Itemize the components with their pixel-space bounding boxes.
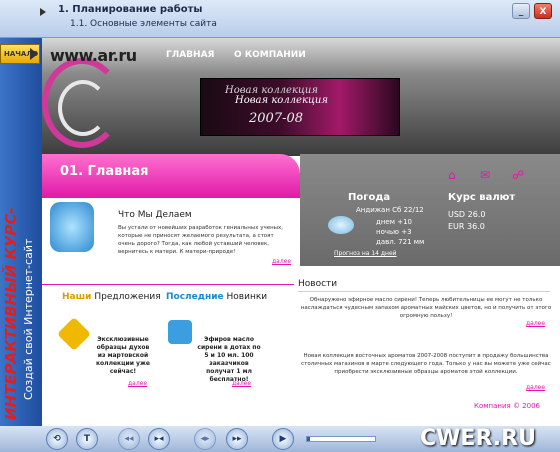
weather-pressure: давл. 721 мм <box>376 238 425 246</box>
window-subtitle: 1.1. Основные элементы сайта <box>70 19 217 29</box>
puzzle-icon-blue <box>168 320 192 344</box>
banner-line2: Новая коллекция <box>235 95 328 106</box>
replay-button[interactable]: ⟲ <box>46 428 68 450</box>
news-divider <box>298 291 550 292</box>
divider <box>42 284 294 285</box>
mail-icon[interactable]: ✉ <box>480 168 490 182</box>
forecast-link[interactable]: Прогноз на 14 дней <box>334 250 397 257</box>
collection-banner[interactable]: Новая коллекция Новая коллекция 2007-08 <box>200 78 400 136</box>
offer-item2: Эфиров масло сирени в дотах по 5 и 10 мл… <box>197 336 261 383</box>
offers-accent: Наши <box>62 292 92 302</box>
flower-image <box>50 202 94 252</box>
arrow-icon <box>40 8 46 16</box>
minimize-button[interactable]: _ <box>512 3 530 19</box>
playback-progress[interactable] <box>306 436 376 442</box>
eur-rate: EUR 36.0 <box>448 222 485 231</box>
currency-title: Курс валют <box>448 192 516 203</box>
progress-fill <box>307 437 311 441</box>
weather-date: Андижан Сб 22/12 <box>356 206 424 214</box>
about-heading: Что Мы Делаем <box>118 210 192 220</box>
cloud-icon <box>328 216 354 234</box>
page-title-bar: 01. Главная <box>42 154 300 198</box>
nav-about[interactable]: О КОМПАНИИ <box>234 50 306 60</box>
close-button[interactable]: X <box>534 3 552 19</box>
news-more1[interactable]: далее <box>526 320 545 327</box>
offers-heading: Наши Предложения <box>62 292 161 302</box>
weather-night: ночью +3 <box>376 228 412 236</box>
window-titlebar: 1. Планирование работы 1.1. Основные эле… <box>0 0 560 38</box>
first-slide-button[interactable]: ◂◂ <box>118 428 140 450</box>
new-rest: Новинки <box>223 292 268 302</box>
offers-rest: Предложения <box>91 292 161 302</box>
news-item2: Новая коллекция восточных ароматов 2007-… <box>301 353 551 375</box>
sitemap-icon[interactable]: ☍ <box>512 168 524 182</box>
about-text: Вы устали от новейших разработок гениаль… <box>118 225 284 255</box>
usd-rate: USD 26.0 <box>448 210 486 219</box>
banner-year: 2007-08 <box>249 111 304 126</box>
offer-item1: Эксклюзивные образцы духов из мартовской… <box>95 336 151 375</box>
prev-slide-button[interactable]: ▸◂ <box>148 428 170 450</box>
site-header: www.ar.ru ГЛАВНАЯ О КОМПАНИИ Новая колле… <box>42 38 560 156</box>
page-title: 01. Главная <box>60 164 149 179</box>
offer-more1[interactable]: далее <box>128 380 147 387</box>
swirl-decoration-inner <box>58 80 108 136</box>
news-item1: Обнаружено эфирное масло сирени! Теперь … <box>300 297 552 319</box>
info-panel: ⌂ ✉ ☍ Погода Курс валют Андижан Сб 22/12… <box>300 154 560 266</box>
site-preview: www.ar.ru ГЛАВНАЯ О КОМПАНИИ Новая колле… <box>42 38 560 426</box>
about-more-link[interactable]: далее <box>272 258 291 265</box>
weather-day: днем +10 <box>376 218 413 226</box>
last-slide-button[interactable]: ▸▸ <box>226 428 248 450</box>
next-slide-button[interactable]: ◂▸ <box>194 428 216 450</box>
play-button[interactable]: ▶ <box>272 428 294 450</box>
start-arrow-icon <box>30 48 38 60</box>
copyright: Компания © 2006 <box>474 402 541 410</box>
window-title: 1. Планирование работы <box>58 4 203 15</box>
home-icon[interactable]: ⌂ <box>448 168 456 182</box>
new-accent: Последние <box>166 292 224 302</box>
weather-title: Погода <box>348 192 391 203</box>
watermark: CWER.RU <box>420 426 536 451</box>
nav-home[interactable]: ГЛАВНАЯ <box>166 50 214 60</box>
new-heading: Последние Новинки <box>166 292 267 302</box>
course-subtitle: Создай свой Интернет-сайт <box>22 238 35 400</box>
course-title: ИНТЕРАКТИВНЫЙ КУРС- <box>2 207 20 420</box>
site-logo: www.ar.ru <box>50 46 137 65</box>
news-title: Новости <box>298 279 338 289</box>
offer-more2[interactable]: далее <box>232 380 251 387</box>
text-button[interactable]: T <box>76 428 98 450</box>
news-more2[interactable]: далее <box>526 384 545 391</box>
puzzle-icon-yellow <box>57 317 91 351</box>
